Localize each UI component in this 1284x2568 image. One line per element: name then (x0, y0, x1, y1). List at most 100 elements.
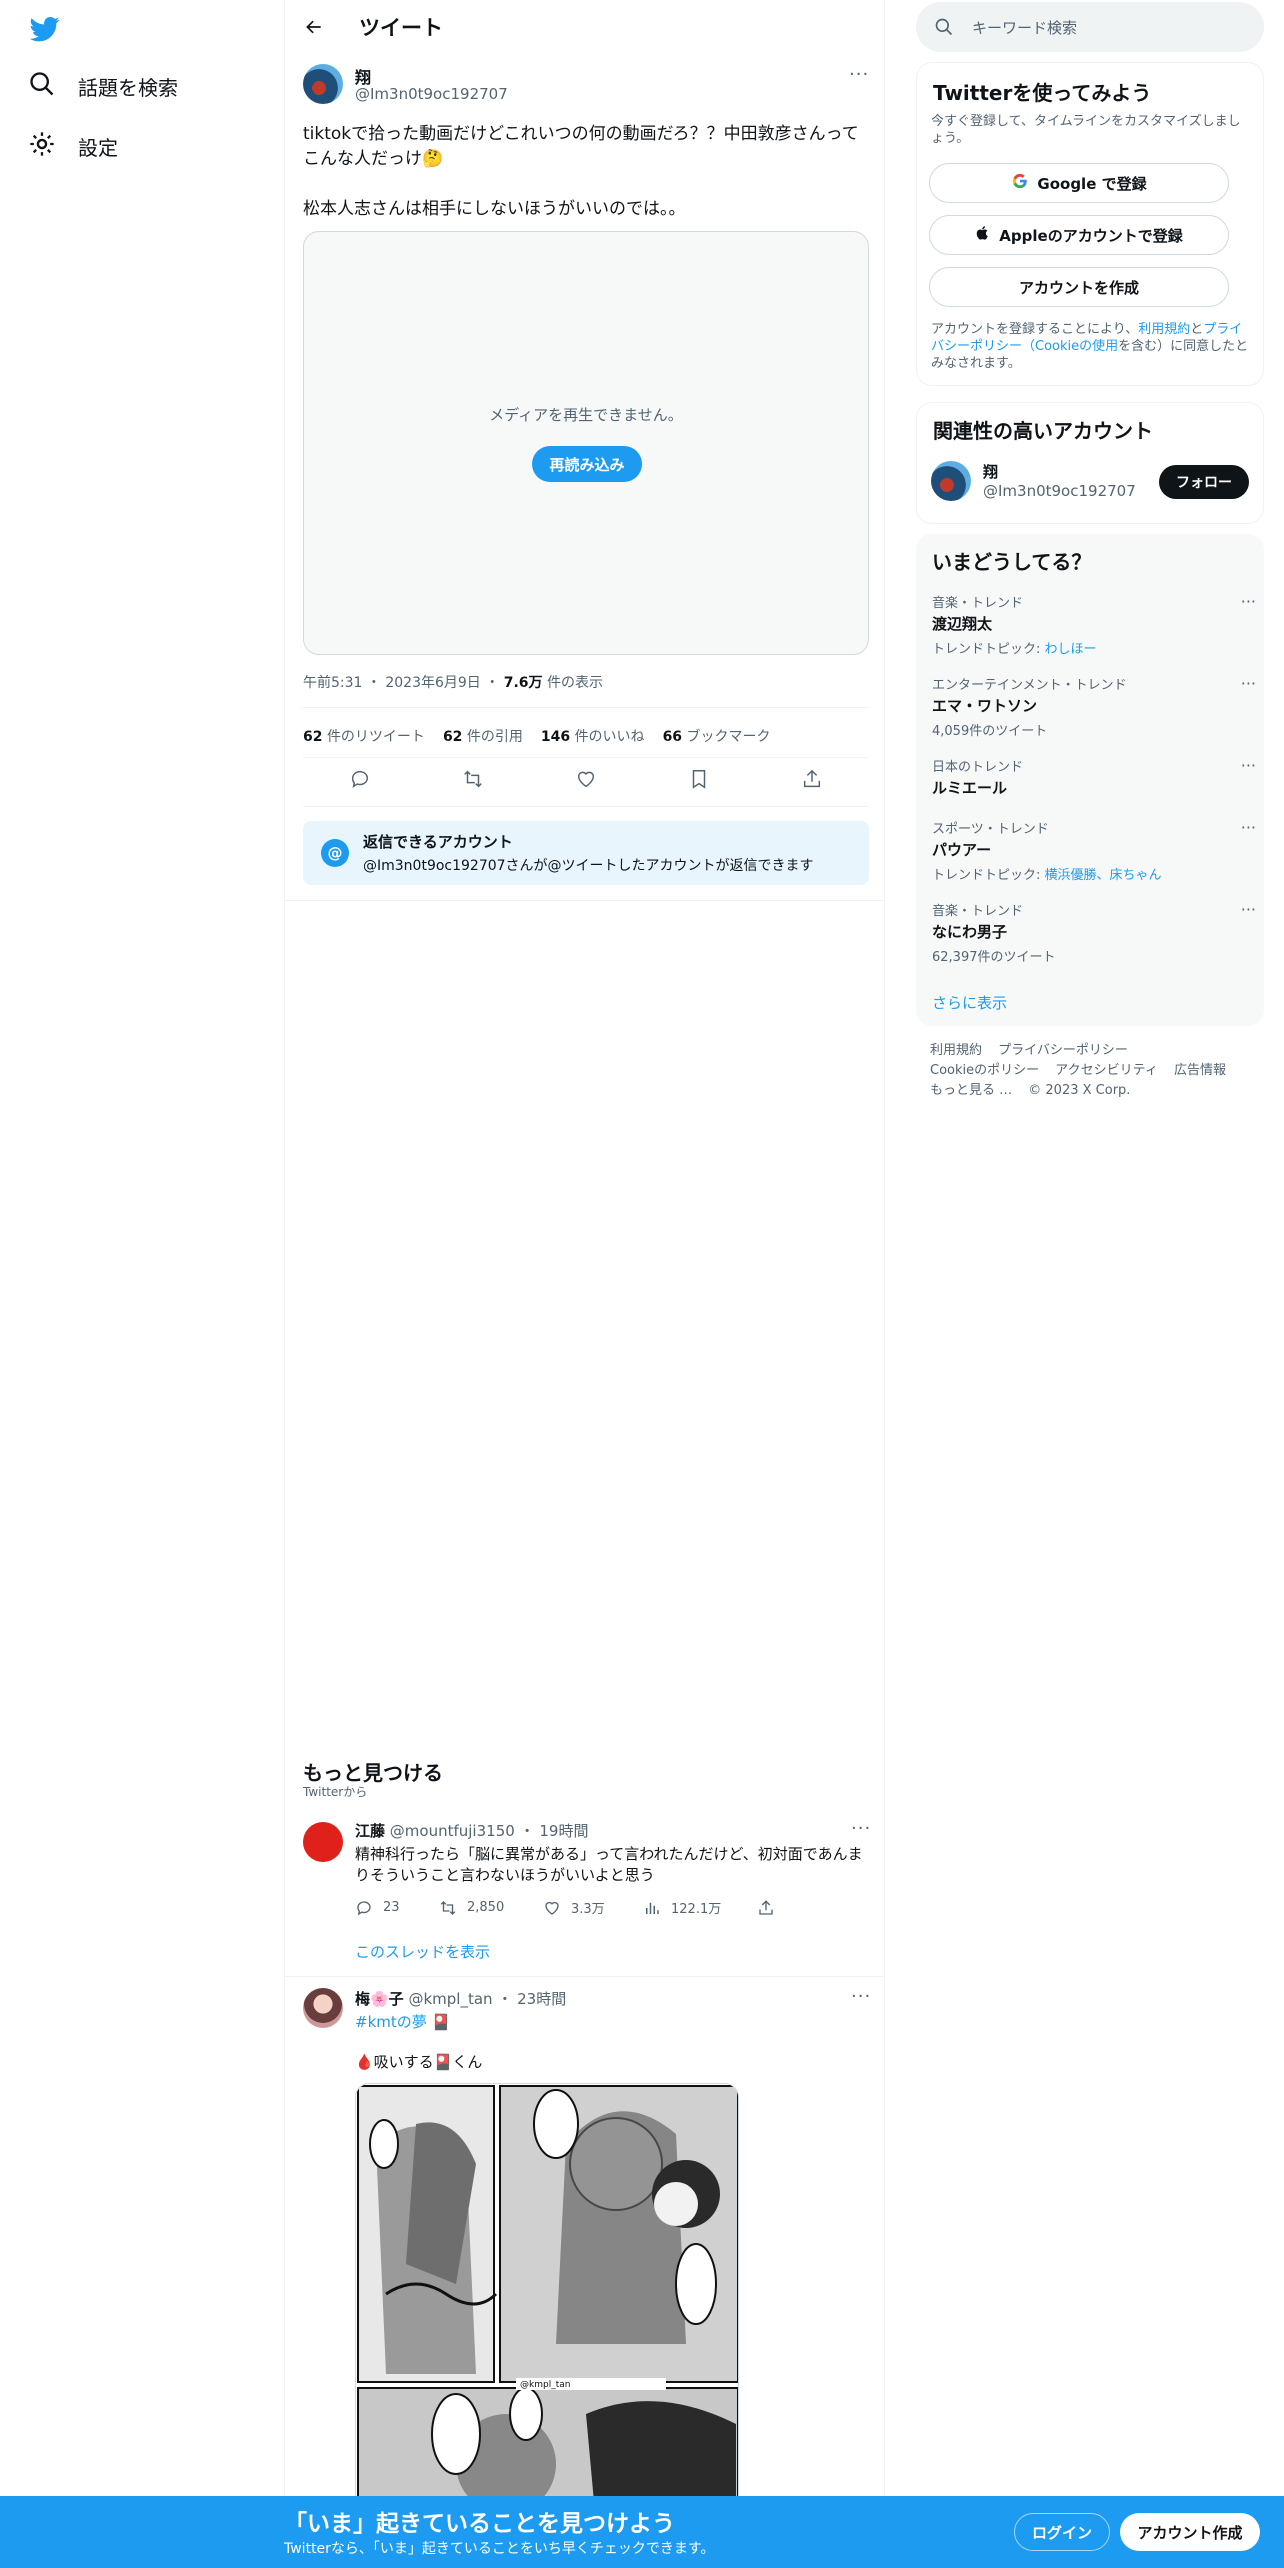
apple-signup-label: Appleのアカウントで登録 (999, 226, 1183, 245)
section-title: もっと見つける (303, 1761, 443, 1785)
reply-button[interactable]: 23 (355, 1898, 439, 1917)
manga-watermark: @kmpl_tan (520, 2380, 570, 2390)
more-icon[interactable]: ··· (1241, 674, 1256, 693)
divider (303, 707, 869, 708)
retweet-icon[interactable] (462, 768, 484, 794)
manga-image[interactable]: @kmpl_tan (355, 2083, 739, 2523)
more-icon[interactable]: ··· (851, 1986, 871, 2007)
reply-restriction-text: @Im3n0t9oc192707さんが@ツイートしたアカウントが返信できます (363, 858, 814, 874)
tweet-date[interactable]: 2023年6月9日 (385, 675, 480, 691)
post-author-name[interactable]: 江藤 (355, 1822, 385, 1840)
section-subtitle: Twitterから (303, 1785, 368, 1799)
more-icon[interactable]: ··· (1241, 756, 1256, 775)
more-icon[interactable]: ··· (849, 64, 869, 85)
at-icon: @ (321, 839, 349, 867)
footer-link[interactable]: プライバシーポリシー (998, 1043, 1128, 1058)
signup-card-title: Twitterを使ってみよう (933, 81, 1152, 105)
trend-item[interactable]: 日本のトレンド ルミエール ··· (932, 756, 1256, 798)
avatar[interactable] (303, 1822, 343, 1862)
signup-card-subtitle: 今すぐ登録して、タイムラインをカスタマイズしましょう。 (931, 114, 1241, 146)
retweet-button[interactable]: 2,850 (439, 1898, 543, 1917)
show-thread-link[interactable]: このスレッドを表示 (355, 1942, 865, 1963)
bookmarks-stat[interactable]: 66 ブックマーク (663, 726, 771, 746)
more-icon[interactable]: ··· (1241, 592, 1256, 611)
more-icon[interactable]: ··· (1241, 900, 1256, 919)
footer-link[interactable]: アクセシビリティ (1055, 1063, 1158, 1078)
quotes-stat[interactable]: 62 件の引用 (443, 726, 523, 746)
like-icon (545, 1901, 559, 1915)
retweets-stat[interactable]: 62 件のリツイート (303, 726, 425, 746)
relevant-account-handle[interactable]: @Im3n0t9oc192707 (983, 482, 1136, 500)
list-item[interactable]: 江藤 @mountfuji3150 ・ 19時間 ··· 精神科行ったら「脳に異… (285, 1818, 885, 1978)
footer-link[interactable]: Cookieのポリシー (930, 1063, 1039, 1078)
tweet-text-line: tiktokで拾った動画だけどこれいつの何の動画だろ？？中田敦彦さんってこんな人… (303, 124, 859, 169)
show-more-link[interactable]: さらに表示 (932, 992, 1007, 1013)
hashtag-link[interactable]: #kmtの夢 (355, 2013, 427, 2031)
login-button[interactable]: ログイン (1014, 2513, 1110, 2551)
signup-terms: アカウントを登録することにより、利用規約とプライバシーポリシー（Cookieの使… (931, 322, 1249, 371)
more-icon[interactable]: ··· (851, 1818, 871, 1839)
like-button[interactable]: 3.3万 (543, 1898, 643, 1917)
google-signup-button[interactable]: Google で登録 (929, 163, 1229, 203)
trend-item[interactable]: エンターテインメント・トレンド エマ・ワトソン 4,059件のツイート ··· (932, 674, 1256, 739)
views-button[interactable]: 122.1万 (643, 1898, 757, 1917)
bookmark-icon[interactable] (688, 768, 710, 794)
like-icon[interactable] (575, 768, 597, 794)
footer-links: 利用規約 プライバシーポリシー Cookieのポリシー アクセシビリティ 広告情… (930, 1041, 1250, 1101)
create-account-button[interactable]: アカウントを作成 (929, 267, 1229, 307)
terms-link[interactable]: 利用規約 (1138, 322, 1190, 337)
twitter-logo-icon[interactable] (28, 14, 62, 44)
banner-subtitle: Twitterなら、「いま」起きていることをいち早くチェックできます。 (284, 2541, 715, 2557)
trend-item[interactable]: スポーツ・トレンド パウアー トレンドトピック: 横浜優勝、床ちゃん ··· (932, 818, 1256, 883)
post-author-name[interactable]: 梅🌸子 (355, 1990, 404, 2008)
post-time[interactable]: 19時間 (539, 1822, 588, 1840)
relevant-accounts-title: 関連性の高いアカウント (933, 419, 1153, 443)
post-time[interactable]: 23時間 (517, 1990, 566, 2008)
divider (303, 806, 869, 807)
copyright: © 2023 X Corp. (1028, 1083, 1131, 1098)
footer-link[interactable]: 広告情報 (1174, 1063, 1226, 1078)
avatar[interactable] (303, 64, 343, 104)
header-bar: ツイート (285, 0, 885, 54)
trends-card: いまどうしてる？ 音楽・トレンド 渡辺翔太 トレンドトピック: わしほー ···… (916, 534, 1264, 1026)
post-text: 精神科行ったら「脳に異常がある」って言われたんだけど、初対面であんまりそういうこ… (355, 1845, 863, 1884)
nav-settings[interactable]: 設定 (28, 130, 118, 163)
footer-link[interactable]: 利用規約 (930, 1043, 982, 1058)
post-author-handle[interactable]: @mountfuji3150 (390, 1822, 515, 1840)
media-player: メディアを再生できません。 再読み込み (303, 231, 869, 655)
trend-item[interactable]: 音楽・トレンド なにわ男子 62,397件のツイート ··· (932, 900, 1256, 965)
back-button[interactable] (299, 12, 329, 42)
reply-icon[interactable] (349, 768, 371, 794)
post-header: 梅🌸子 @kmpl_tan ・ 23時間 (355, 1990, 567, 2008)
footer-link[interactable]: もっと見る … (930, 1083, 1012, 1098)
share-button[interactable] (757, 1898, 775, 1917)
more-icon[interactable]: ··· (1241, 818, 1256, 837)
trends-title: いまどうしてる？ (932, 550, 1092, 574)
hashtag-emoji: 🎴 (431, 2013, 451, 2031)
signup-button[interactable]: アカウント作成 (1120, 2513, 1260, 2551)
avatar[interactable] (931, 461, 971, 501)
post-author-handle[interactable]: @kmpl_tan (408, 1990, 492, 2008)
analytics-icon (646, 1902, 659, 1914)
trend-item[interactable]: 音楽・トレンド 渡辺翔太 トレンドトピック: わしほー ··· (932, 592, 1256, 657)
tweet-time[interactable]: 午前5:31 (303, 675, 362, 691)
bottom-banner: 「いま」起きていることを見つけよう Twitterなら、「いま」起きていることを… (0, 2496, 1284, 2568)
reload-button[interactable]: 再読み込み (532, 446, 642, 482)
avatar[interactable] (303, 1988, 343, 2028)
arrow-left-icon (306, 20, 321, 34)
nav-explore-label: 話題を検索 (78, 76, 178, 100)
divider (285, 900, 885, 901)
share-icon[interactable] (801, 768, 823, 794)
nav-explore[interactable]: 話題を検索 (28, 70, 178, 103)
nav-settings-label: 設定 (78, 136, 118, 160)
tweet-text-line: 松本人志さんは相手にしないほうがいいのでは。。 (303, 199, 686, 219)
search-input[interactable]: キーワード検索 (916, 2, 1264, 52)
follow-button[interactable]: フォロー (1159, 465, 1249, 499)
tweet-author-handle[interactable]: @Im3n0t9oc192707 (355, 85, 508, 103)
relevant-account-name[interactable]: 翔 (983, 461, 998, 482)
apple-signup-button[interactable]: Appleのアカウントで登録 (929, 215, 1229, 255)
reply-restriction-box: @ 返信できるアカウント @Im3n0t9oc192707さんが@ツイートしたア… (303, 821, 869, 885)
likes-stat[interactable]: 146 件のいいね (541, 726, 645, 746)
reply-restriction-title: 返信できるアカウント (363, 833, 513, 851)
post-actions: 23 2,850 3.3万 122.1万 (355, 1898, 775, 1917)
